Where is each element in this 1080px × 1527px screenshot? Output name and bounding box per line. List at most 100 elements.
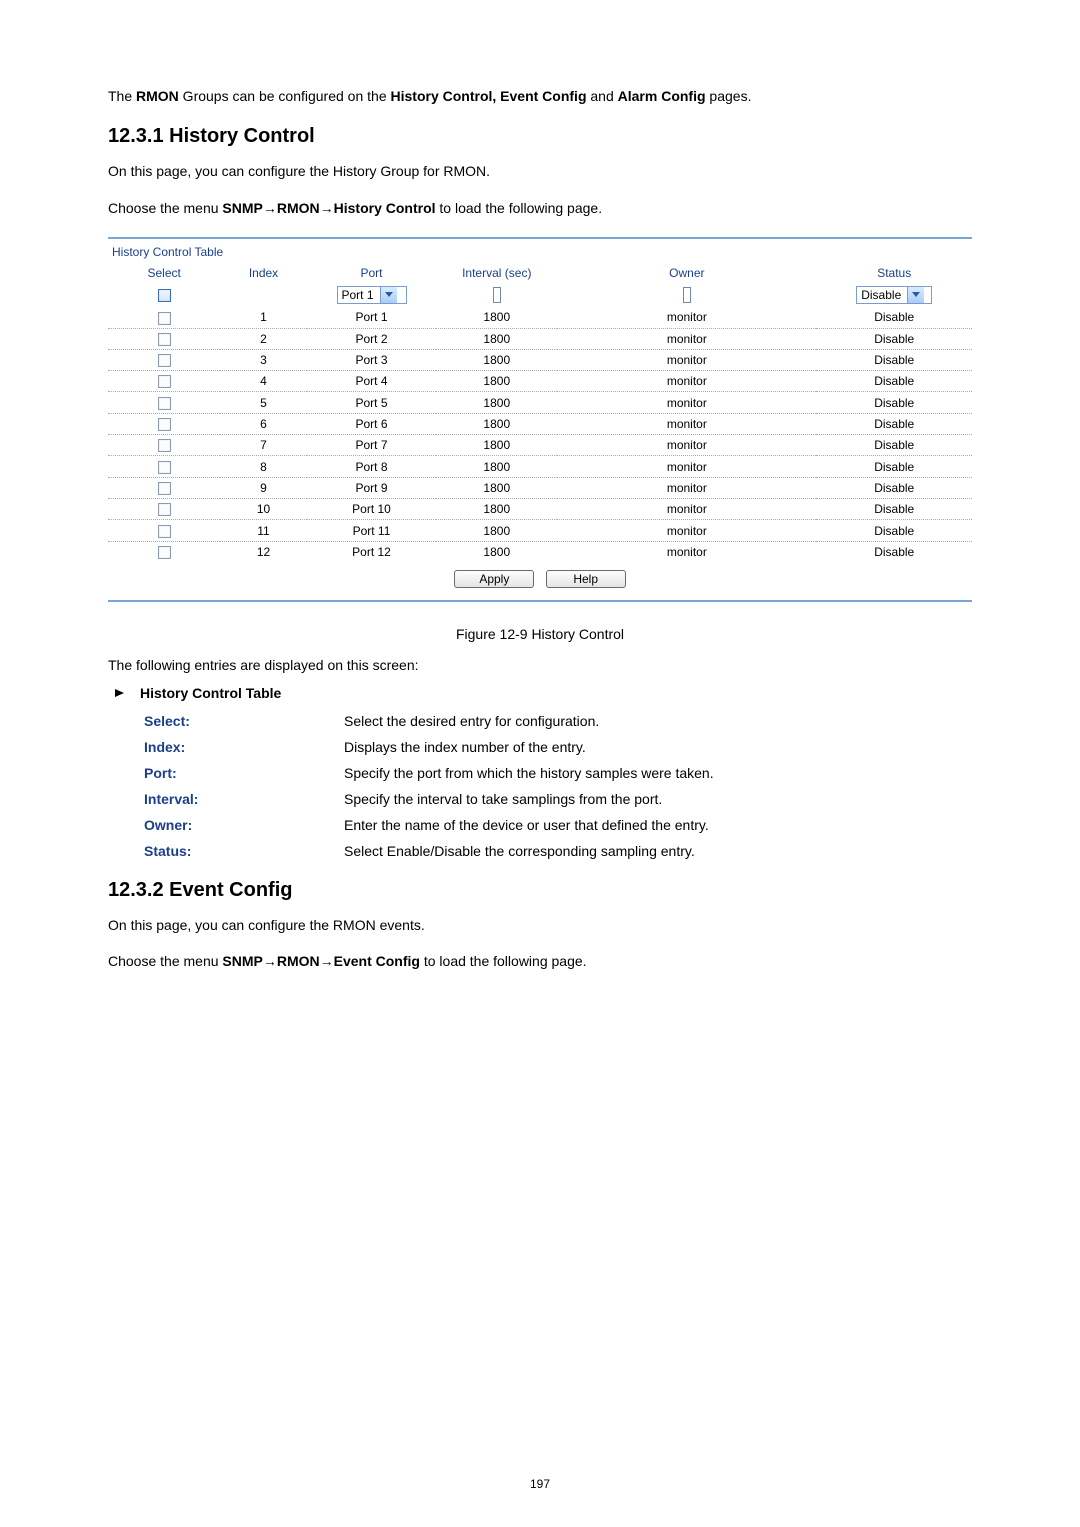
text: and [587,88,618,104]
row-checkbox[interactable] [158,503,171,516]
cell-interval: 1800 [436,499,557,520]
row-checkbox[interactable] [158,482,171,495]
apply-button[interactable]: Apply [454,570,534,588]
cell-interval: 1800 [436,413,557,434]
table-row: 2Port 21800monitorDisable [108,328,972,349]
cell-port: Port 2 [307,328,437,349]
cell-port: Port 6 [307,413,437,434]
filter-row: Port 1 Disable [108,283,972,307]
cell-index: 3 [220,349,306,370]
owner-filter-input[interactable] [683,287,691,303]
definition-desc: Select the desired entry for configurati… [344,713,972,729]
cell-status: Disable [816,477,972,498]
cell-status: Disable [816,456,972,477]
text-bold: History Control, Event Config [391,88,587,104]
col-header-port: Port [307,263,437,283]
chevron-down-icon [907,287,924,303]
row-checkbox[interactable] [158,439,171,452]
row-checkbox[interactable] [158,397,171,410]
cell-index: 2 [220,328,306,349]
definition-row: Select:Select the desired entry for conf… [144,713,972,729]
section-heading-event: 12.3.2 Event Config [108,879,972,902]
cell-owner: monitor [557,456,816,477]
table-row: 6Port 61800monitorDisable [108,413,972,434]
cell-index: 9 [220,477,306,498]
definition-desc: Specify the interval to take samplings f… [344,791,972,807]
col-header-select: Select [108,263,220,283]
definition-row: Owner:Enter the name of the device or us… [144,817,972,833]
cell-port: Port 11 [307,520,437,541]
cell-owner: monitor [557,328,816,349]
definition-term: Port: [144,765,344,781]
cell-port: Port 12 [307,541,437,562]
definition-row: Port:Specify the port from which the his… [144,765,972,781]
cell-index: 4 [220,371,306,392]
cell-status: Disable [816,413,972,434]
text: Groups can be configured on the [179,88,391,104]
text: pages. [706,88,752,104]
cell-status: Disable [816,328,972,349]
select-all-checkbox[interactable] [158,289,171,302]
row-checkbox[interactable] [158,546,171,559]
cell-status: Disable [816,541,972,562]
row-checkbox[interactable] [158,418,171,431]
port-filter-dropdown[interactable]: Port 1 [337,286,407,304]
cell-status: Disable [816,520,972,541]
cell-interval: 1800 [436,520,557,541]
definition-desc: Enter the name of the device or user tha… [344,817,972,833]
col-header-index: Index [220,263,306,283]
status-filter-dropdown[interactable]: Disable [856,286,932,304]
entries-intro: The following entries are displayed on t… [108,654,972,676]
definition-term: Status: [144,843,344,859]
definition-term: Select: [144,713,344,729]
cell-interval: 1800 [436,477,557,498]
cell-status: Disable [816,349,972,370]
help-button[interactable]: Help [546,570,626,588]
table-row: 3Port 31800monitorDisable [108,349,972,370]
history-control-panel: History Control Table Select Index Port … [108,237,972,602]
cell-interval: 1800 [436,541,557,562]
cell-interval: 1800 [436,307,557,328]
row-checkbox[interactable] [158,354,171,367]
col-header-interval: Interval (sec) [436,263,557,283]
col-header-owner: Owner [557,263,816,283]
definition-row: Index:Displays the index number of the e… [144,739,972,755]
row-checkbox[interactable] [158,312,171,325]
row-checkbox[interactable] [158,333,171,346]
page-number: 197 [0,1477,1080,1491]
row-checkbox[interactable] [158,375,171,388]
row-checkbox[interactable] [158,461,171,474]
text-bold: SNMP→RMON→History Control [222,200,435,216]
cell-port: Port 3 [307,349,437,370]
cell-status: Disable [816,499,972,520]
cell-port: Port 9 [307,477,437,498]
row-checkbox[interactable] [158,525,171,538]
cell-index: 8 [220,456,306,477]
text: Choose the menu [108,953,222,969]
history-table: Select Index Port Interval (sec) Owner S… [108,263,972,562]
cell-interval: 1800 [436,349,557,370]
table-row: 7Port 71800monitorDisable [108,435,972,456]
cell-status: Disable [816,371,972,392]
history-description: On this page, you can configure the Hist… [108,160,972,182]
cell-interval: 1800 [436,456,557,477]
definition-row: Status:Select Enable/Disable the corresp… [144,843,972,859]
table-row: 12Port 121800monitorDisable [108,541,972,562]
interval-filter-input[interactable] [493,287,501,303]
definition-term: Owner: [144,817,344,833]
cell-owner: monitor [557,541,816,562]
cell-interval: 1800 [436,435,557,456]
definition-desc: Select Enable/Disable the corresponding … [344,843,972,859]
event-nav-path: Choose the menu SNMP→RMON→Event Config t… [108,950,972,972]
cell-index: 5 [220,392,306,413]
event-description: On this page, you can configure the RMON… [108,914,972,936]
cell-status: Disable [816,307,972,328]
cell-owner: monitor [557,499,816,520]
col-header-status: Status [816,263,972,283]
cell-owner: monitor [557,520,816,541]
table-row: 1Port 11800monitorDisable [108,307,972,328]
definition-desc: Specify the port from which the history … [344,765,972,781]
chevron-down-icon [380,287,397,303]
cell-owner: monitor [557,413,816,434]
cell-interval: 1800 [436,328,557,349]
